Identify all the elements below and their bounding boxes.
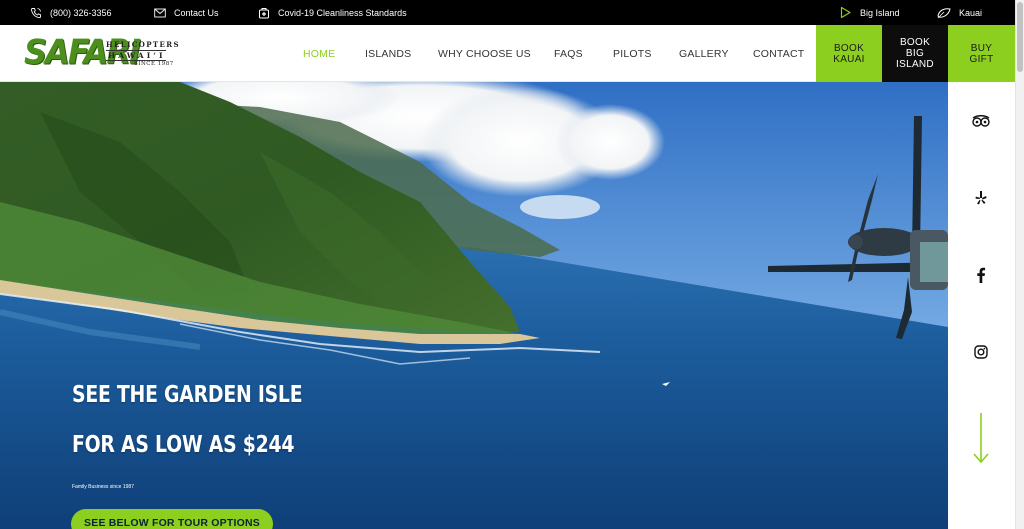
hero-section: SEE THE GARDEN ISLE FOR AS LOW AS $244 F… (0, 82, 948, 529)
leaf-icon (937, 7, 951, 18)
logo-tagline-helicopters: HELICOPTERS (106, 40, 180, 49)
tripadvisor-icon (972, 115, 990, 127)
yelp-icon (975, 191, 987, 205)
nav-faqs[interactable]: FAQS (554, 25, 583, 82)
buy-gift-button[interactable]: BUY GIFT (948, 25, 1015, 82)
book-big-island-button[interactable]: BOOK BIG ISLAND (882, 25, 948, 82)
arrow-down-icon (973, 413, 989, 464)
nav-why-choose-us[interactable]: WHY CHOOSE US (438, 25, 531, 82)
instagram-icon (974, 345, 988, 359)
hero-headline-line1: SEE THE GARDEN ISLE (72, 382, 303, 408)
mail-icon (154, 8, 166, 17)
covid-standards-label: Covid-19 Cleanliness Standards (278, 7, 407, 18)
covid-standards-link[interactable]: Covid-19 Cleanliness Standards (258, 0, 407, 25)
page-scrollbar[interactable] (1015, 0, 1024, 529)
logo-tagline-since: SINCE 1987 (134, 61, 174, 67)
scroll-down-link[interactable] (972, 412, 990, 464)
big-island-label: Big Island (860, 7, 900, 18)
book-kauai-button[interactable]: BOOK KAUAI (816, 25, 882, 82)
safari-logo[interactable]: SAFARI HELICOPTERS HAWAI‘I SINCE 1987 (24, 34, 180, 74)
yelp-link[interactable] (972, 189, 990, 207)
instagram-link[interactable] (972, 343, 990, 361)
hero-background-image (0, 82, 948, 529)
nav-pilots[interactable]: PILOTS (613, 25, 652, 82)
main-header: SAFARI HELICOPTERS HAWAI‘I SINCE 1987 HO… (0, 25, 1024, 82)
phone-icon (31, 7, 41, 18)
tripadvisor-link[interactable] (972, 112, 990, 130)
shield-icon (259, 7, 269, 18)
nav-home[interactable]: HOME (303, 25, 335, 82)
logo-tagline-hawaii: HAWAI‘I (106, 50, 166, 61)
facebook-link[interactable] (972, 266, 990, 284)
facebook-icon (977, 267, 986, 283)
kauai-link[interactable]: Kauai (937, 0, 982, 25)
social-rail (948, 82, 1015, 529)
play-icon (840, 6, 851, 19)
big-island-link[interactable]: Big Island (839, 0, 900, 25)
nav-contact[interactable]: CONTACT (753, 25, 804, 82)
tour-options-button[interactable]: SEE BELOW FOR TOUR OPTIONS (71, 509, 273, 529)
hero-tagline: Family Business since 1987 (72, 484, 134, 490)
hero-headline-line2: FOR AS LOW AS $244 (72, 432, 295, 458)
nav-gallery[interactable]: GALLERY (679, 25, 729, 82)
contact-us-link[interactable]: Contact Us (154, 0, 219, 25)
nav-islands[interactable]: ISLANDS (365, 25, 411, 82)
top-bar: (800) 326-3356 Contact Us Covid-19 Clean… (0, 0, 1024, 25)
phone-link[interactable]: (800) 326-3356 (30, 0, 112, 25)
phone-number: (800) 326-3356 (50, 7, 112, 18)
contact-us-label: Contact Us (174, 7, 219, 18)
kauai-label: Kauai (959, 7, 983, 18)
scrollbar-thumb[interactable] (1017, 2, 1023, 72)
